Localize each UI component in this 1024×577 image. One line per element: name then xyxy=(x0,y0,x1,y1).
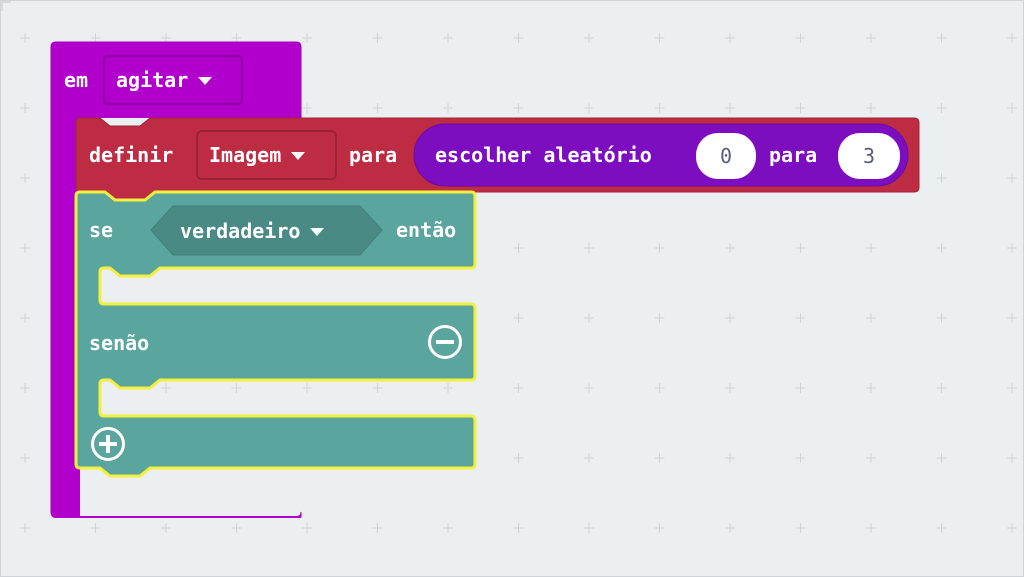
dropdown-arrow-icon xyxy=(310,227,325,236)
set-to-label: para xyxy=(349,143,398,167)
dropdown-arrow-icon xyxy=(291,152,306,160)
event-prefix-label: em xyxy=(64,68,89,92)
if-label: se xyxy=(89,218,114,242)
random-label: escolher aleatório xyxy=(435,143,652,167)
else-label: senão xyxy=(89,331,150,355)
random-to-label: para xyxy=(769,143,818,167)
variable-value: Imagem xyxy=(209,143,282,167)
random-to-input[interactable]: 3 xyxy=(838,133,900,179)
dropdown-arrow-icon xyxy=(198,77,213,85)
plus-circle-icon[interactable] xyxy=(91,427,125,461)
minus-circle-icon[interactable] xyxy=(428,325,462,359)
random-from-input[interactable]: 0 xyxy=(696,133,756,179)
condition-value: verdadeiro xyxy=(180,218,301,243)
gesture-dropdown[interactable]: agitar xyxy=(104,56,242,104)
variable-dropdown[interactable]: Imagem xyxy=(197,131,336,179)
set-label: definir xyxy=(89,143,174,167)
condition-dropdown[interactable]: verdadeiro xyxy=(168,206,368,255)
gesture-value: agitar xyxy=(116,68,189,92)
then-label: então xyxy=(396,218,457,242)
